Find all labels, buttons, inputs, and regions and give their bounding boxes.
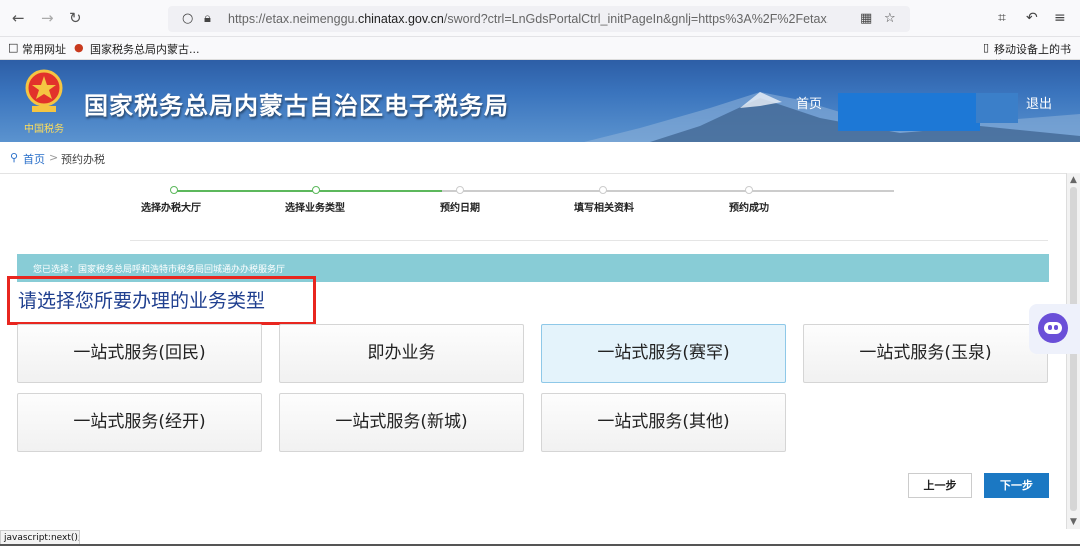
menu-icon[interactable]: ≡ (1054, 10, 1066, 26)
service-button-xincheng[interactable]: 一站式服务(新城) (279, 393, 524, 452)
breadcrumb-separator: > (49, 151, 59, 164)
redacted-user-info-2 (976, 93, 1018, 123)
step-label-3: 预约日期 (440, 203, 480, 214)
robot-face (1044, 322, 1062, 334)
emblem-caption: 中国税务 (24, 124, 64, 135)
annotation-highlight-box (7, 276, 316, 325)
scroll-down-icon[interactable]: ▼ (1070, 517, 1077, 527)
forward-icon[interactable]: → (41, 10, 54, 26)
bookmark-tax-site[interactable]: 国家税务总局内蒙古... (90, 41, 200, 57)
step-label-2: 选择业务类型 (285, 203, 345, 214)
browser-toolbar: ← → ↻ ○ 🔒︎ https://etax.neimenggu.chinat… (0, 0, 1080, 37)
nav-home-link[interactable]: 首页 (796, 93, 822, 112)
qr-icon[interactable]: ▦ (860, 11, 872, 26)
step-label-5: 预约成功 (729, 203, 769, 214)
robot-head (1038, 313, 1068, 343)
service-button-yuquan[interactable]: 一站式服务(玉泉) (803, 324, 1048, 383)
step-dot-1 (170, 186, 178, 194)
address-bar[interactable]: ○ 🔒︎ https://etax.neimenggu.chinatax.gov… (168, 6, 910, 32)
service-button-saihan[interactable]: 一站式服务(赛罕) (541, 324, 786, 383)
step-label-1: 选择办税大厅 (141, 203, 201, 214)
site-header: 中国税务 国家税务总局内蒙古自治区电子税务局 首页 退出 (0, 60, 1080, 142)
robot-eye-right (1054, 325, 1058, 330)
breadcrumb: ⚲ 首页 > 预约办税 (0, 143, 1080, 173)
bookmarks-bar: □ 常用网址 ● 国家税务总局内蒙古... ▯ 移动设备上的书签 (0, 37, 1080, 72)
url-text[interactable]: https://etax.neimenggu.chinatax.gov.cn/s… (228, 12, 828, 26)
step-line-pending (442, 190, 894, 192)
robot-eye-left (1048, 325, 1052, 330)
reload-icon[interactable]: ↻ (69, 10, 82, 26)
tax-emblem-icon: ● (74, 41, 84, 54)
national-emblem-icon (25, 69, 63, 112)
scroll-up-icon[interactable]: ▲ (1070, 175, 1077, 185)
bookmark-common[interactable]: 常用网址 (22, 41, 66, 57)
step-dot-5 (745, 186, 753, 194)
selected-hall-text: 您已选择：国家税务总局呼和浩特市税务局回城通办办税服务厅 (33, 265, 286, 275)
redacted-user-info (838, 93, 980, 131)
breadcrumb-home[interactable]: 首页 (23, 151, 45, 167)
step-dot-2 (312, 186, 320, 194)
lock-icon[interactable]: 🔒︎ (204, 11, 211, 26)
back-icon[interactable]: ← (12, 10, 25, 26)
prev-step-button[interactable]: 上一步 (908, 473, 972, 498)
service-button-instant[interactable]: 即办业务 (279, 324, 524, 383)
service-button-jingkai[interactable]: 一站式服务(经开) (17, 393, 262, 452)
mobile-device-icon: ▯ (983, 41, 990, 54)
assistant-robot-icon[interactable] (1029, 304, 1080, 354)
next-step-button[interactable]: 下一步 (984, 473, 1049, 498)
extensions-icon[interactable]: ⌗ (998, 10, 1006, 26)
step-line-done (174, 190, 442, 192)
main-panel: 选择办税大厅 选择业务类型 预约日期 填写相关资料 预约成功 您已选择：国家税务… (0, 173, 1066, 530)
step-dot-4 (599, 186, 607, 194)
breadcrumb-current: 预约办税 (61, 153, 105, 166)
step-dot-3 (456, 186, 464, 194)
location-pin-icon: ⚲ (10, 151, 19, 164)
star-icon[interactable]: ☆ (884, 11, 896, 26)
step-label-4: 填写相关资料 (574, 203, 634, 214)
bookmark-folder-icon: □ (8, 41, 19, 54)
step-divider (130, 240, 1048, 241)
site-title: 国家税务总局内蒙古自治区电子税务局 (84, 92, 509, 120)
progress-steps: 选择办税大厅 选择业务类型 预约日期 填写相关资料 预约成功 (0, 174, 1066, 234)
service-button-huimin[interactable]: 一站式服务(回民) (17, 324, 262, 383)
share-icon[interactable]: ↶ (1026, 10, 1038, 26)
service-button-other[interactable]: 一站式服务(其他) (541, 393, 786, 452)
logout-link[interactable]: 退出 (1026, 93, 1052, 112)
shield-icon[interactable]: ○ (182, 11, 193, 26)
